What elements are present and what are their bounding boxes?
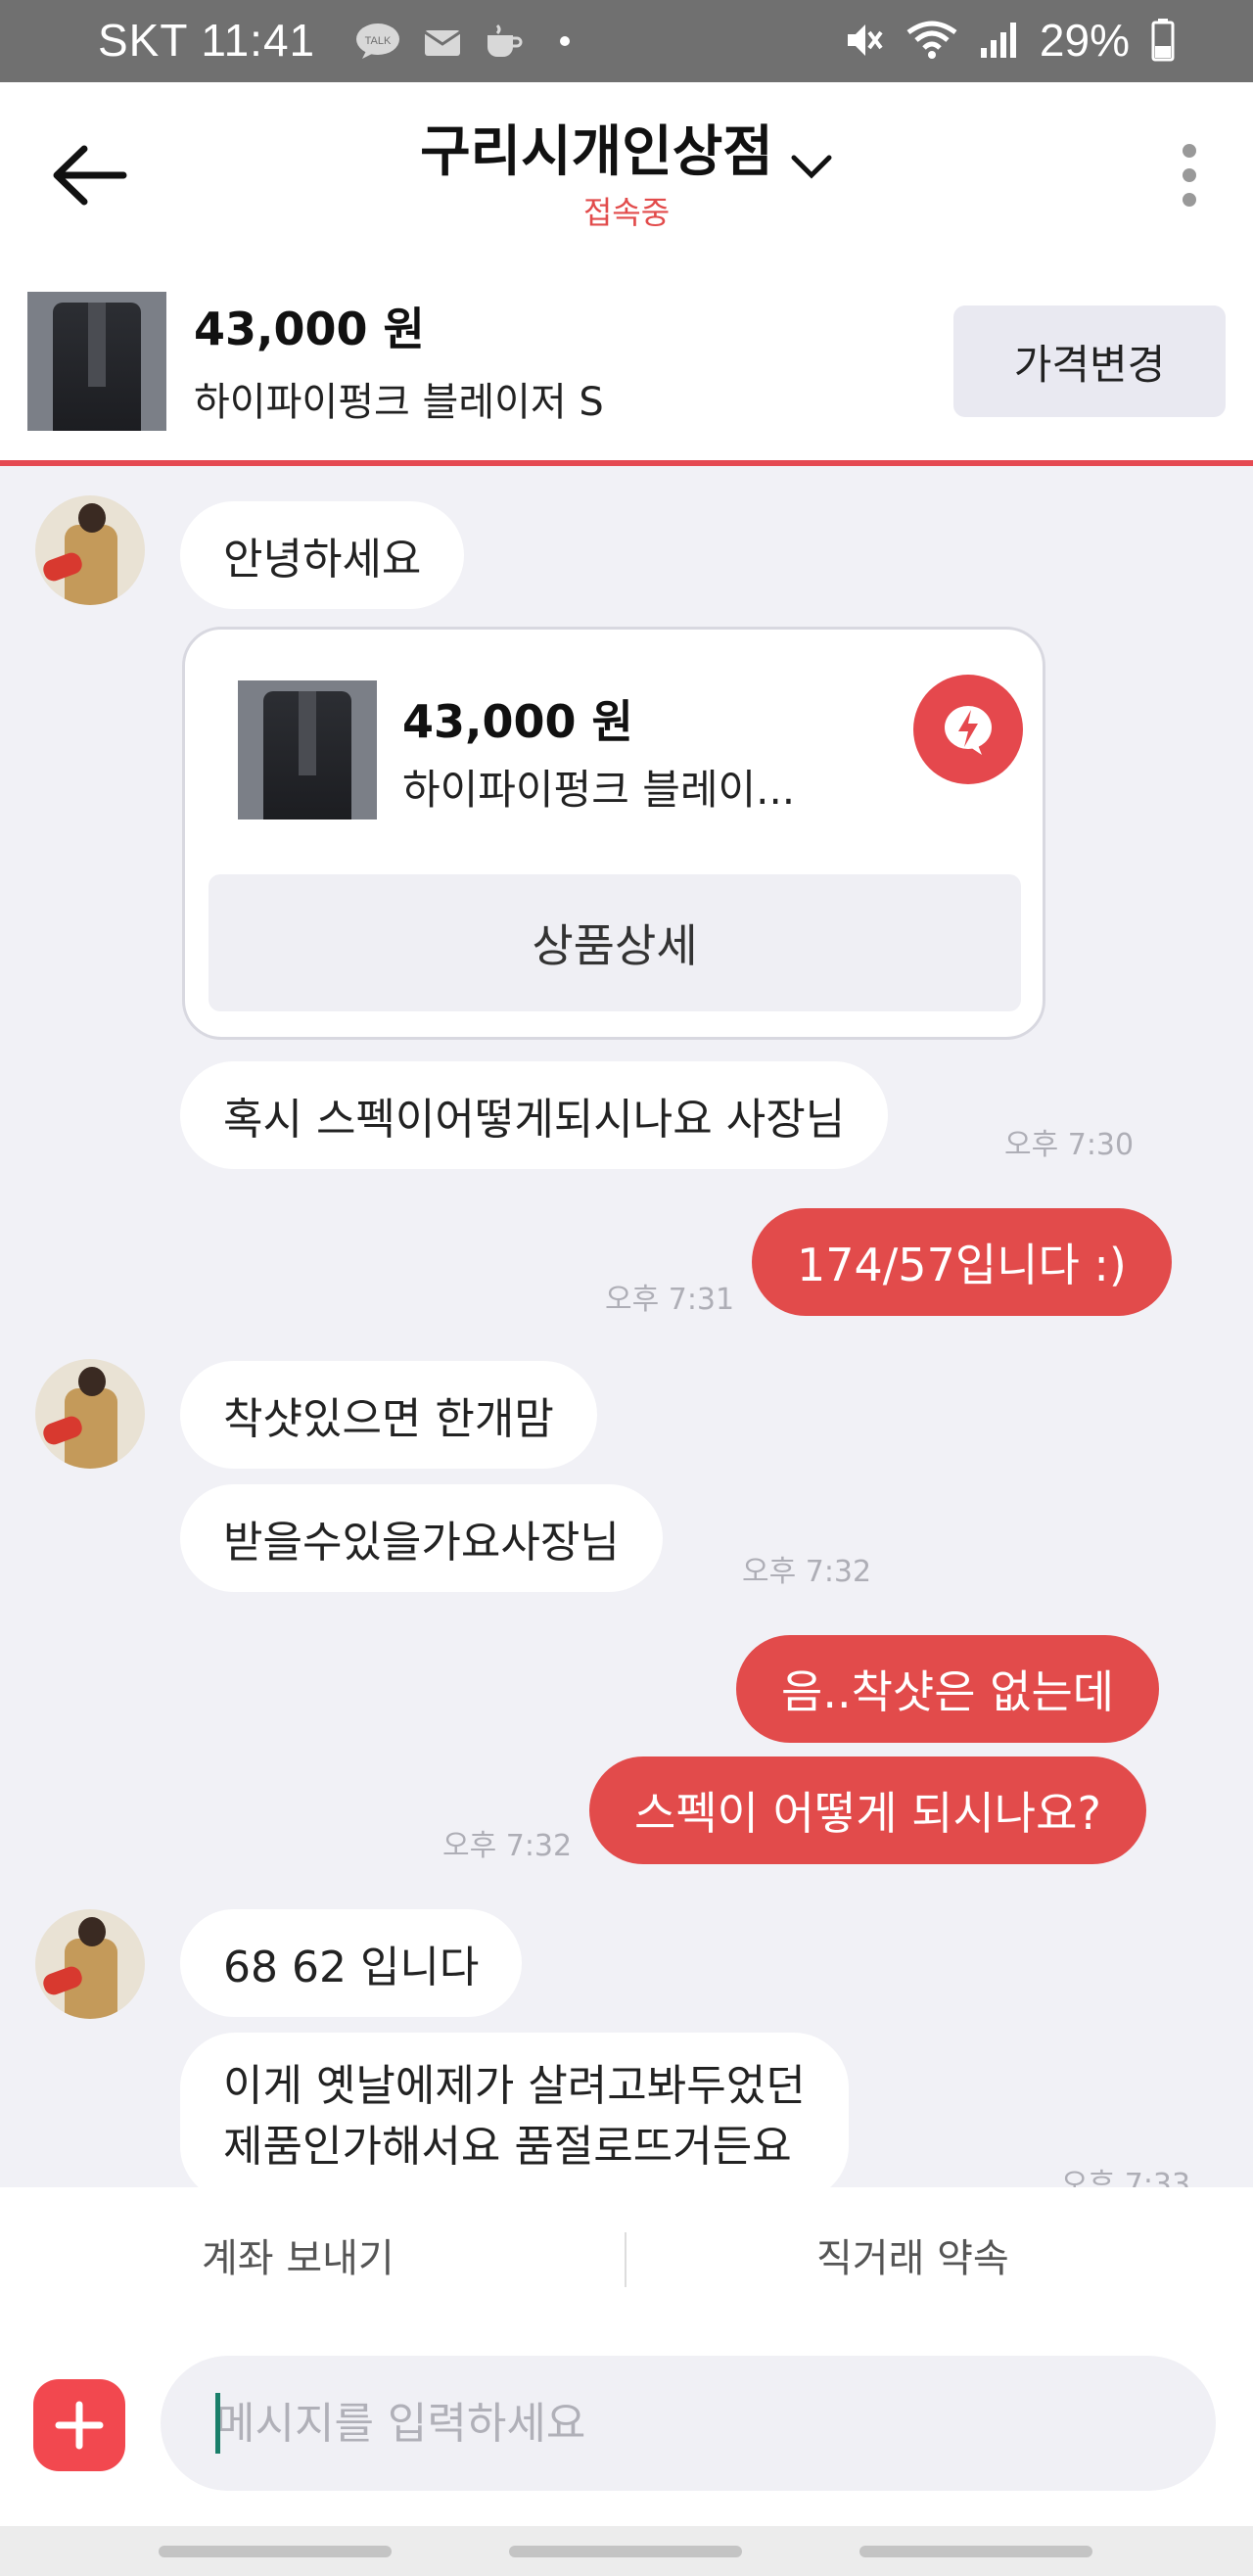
mail-icon xyxy=(424,30,461,56)
lightning-talk-icon xyxy=(913,675,1023,784)
chevron-down-icon[interactable] xyxy=(790,152,833,181)
wifi-icon xyxy=(906,21,957,59)
talk-icon: TALK xyxy=(356,23,399,59)
signal-icon xyxy=(980,23,1016,58)
mute-icon xyxy=(847,24,883,56)
system-nav-bar xyxy=(0,2526,1253,2576)
carrier-time: SKT 11:41 xyxy=(98,15,316,66)
svg-text:TALK: TALK xyxy=(365,35,392,47)
message-time: 오후 7:33 xyxy=(1061,2168,1191,2187)
nav-home[interactable] xyxy=(509,2546,742,2557)
product-card[interactable]: 43,000 원 하이파이펑크 블레이... 상품상세 xyxy=(182,627,1045,1040)
card-price: 43,000 원 xyxy=(402,695,633,748)
avatar-head xyxy=(78,503,106,533)
notification-icons: TALK xyxy=(354,22,570,61)
message-bubble: 안녕하세요 xyxy=(180,501,465,609)
avatar-head xyxy=(78,1367,106,1396)
product-summary-bar[interactable]: 43,000 원 하이파이펑크 블레이저 S 가격변경 xyxy=(0,264,1253,466)
plus-icon xyxy=(55,2401,104,2450)
more-notifications-dot xyxy=(560,36,570,46)
card-thumbnail xyxy=(238,680,377,820)
system-icons: 29% xyxy=(844,14,1175,67)
action-bar: 계좌 보내기 직거래 약속 xyxy=(0,2187,1253,2334)
title-wrap[interactable]: 구리시개인상점 xyxy=(0,108,1253,187)
message-input[interactable] xyxy=(161,2356,1216,2491)
message-time: 오후 7:32 xyxy=(442,1829,573,1863)
more-vertical-icon[interactable] xyxy=(1175,141,1204,210)
product-name: 하이파이펑크 블레이저 S xyxy=(194,380,604,425)
attach-plus-button[interactable] xyxy=(33,2379,125,2471)
avatar-head xyxy=(78,1917,106,1946)
message-line: 제품인가해서요 품절로뜨거든요 xyxy=(223,2122,792,2172)
message-time: 오후 7:32 xyxy=(742,1555,872,1589)
jacket-lapel xyxy=(299,691,316,775)
seller-avatar[interactable] xyxy=(35,495,145,605)
battery-icon xyxy=(1151,19,1175,62)
product-price: 43,000 원 xyxy=(194,303,425,355)
status-bar: SKT 11:41 TALK 29% xyxy=(0,0,1253,82)
direct-deal-button[interactable]: 직거래 약속 xyxy=(816,2226,1009,2283)
message-bubble: 68 62 입니다 xyxy=(180,1909,523,2017)
send-money-button[interactable]: 계좌 보내기 xyxy=(202,2226,394,2283)
card-product-name: 하이파이펑크 블레이... xyxy=(402,766,796,814)
action-divider xyxy=(625,2232,626,2287)
nav-recents[interactable] xyxy=(159,2546,392,2557)
change-price-button[interactable]: 가격변경 xyxy=(953,305,1226,417)
jacket-lapel xyxy=(88,303,106,387)
battery-percent: 29% xyxy=(1039,15,1130,66)
message-bubble: 이게 옛날에제가 살려고봐두었던 제품인가해서요 품절로뜨거든요 xyxy=(180,2033,849,2187)
chat-messages[interactable]: 안녕하세요 43,000 원 하이파이펑크 블레이... 상품상세 혹시 스펙이… xyxy=(0,466,1253,2187)
coffee-icon xyxy=(487,23,523,57)
message-input-bar xyxy=(0,2334,1253,2526)
message-line: 이게 옛날에제가 살려고봐두었던 xyxy=(223,2061,806,2111)
message-bubble: 받을수있을가요사장님 xyxy=(180,1484,663,1592)
message-time: 오후 7:30 xyxy=(1004,1128,1135,1162)
online-status: 접속중 xyxy=(582,194,671,231)
nav-back[interactable] xyxy=(859,2546,1092,2557)
my-message-bubble: 음..착샷은 없는데 xyxy=(736,1635,1160,1743)
text-cursor xyxy=(215,2393,220,2454)
product-thumbnail[interactable] xyxy=(27,292,166,431)
seller-avatar[interactable] xyxy=(35,1359,145,1469)
chat-header: 구리시개인상점 접속중 xyxy=(0,82,1253,264)
seller-avatar[interactable] xyxy=(35,1909,145,2019)
shop-title[interactable]: 구리시개인상점 xyxy=(420,108,773,187)
my-message-bubble: 스펙이 어떻게 되시나요? xyxy=(589,1756,1146,1864)
message-bubble: 착샷있으면 한개맘 xyxy=(180,1361,597,1469)
my-message-bubble: 174/57입니다 :) xyxy=(752,1208,1172,1316)
product-detail-button[interactable]: 상품상세 xyxy=(209,874,1021,1011)
message-bubble: 혹시 스펙이어떻게되시나요 사장님 xyxy=(180,1061,889,1169)
message-time: 오후 7:31 xyxy=(605,1283,735,1317)
